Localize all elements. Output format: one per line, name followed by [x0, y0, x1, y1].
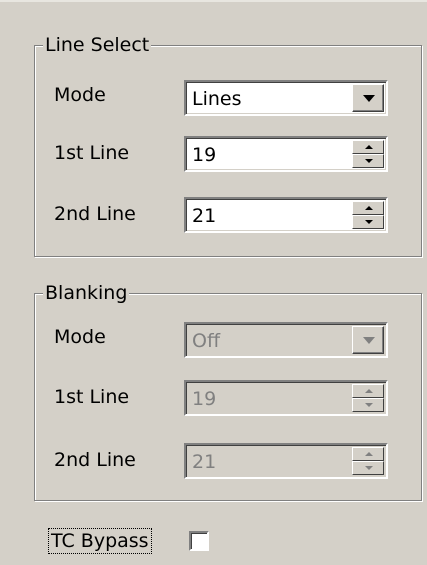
- line-select-mode-value: Lines: [192, 88, 242, 110]
- spin-up-icon[interactable]: [352, 447, 384, 461]
- tc-bypass-label[interactable]: TC Bypass: [48, 528, 152, 554]
- spin-up-icon[interactable]: [352, 384, 384, 398]
- line-select-second-line-label: 2nd Line: [54, 203, 136, 225]
- blanking-title: Blanking: [43, 281, 130, 305]
- blanking-second-line-spinner[interactable]: 21: [184, 443, 388, 479]
- blanking-mode-dropdown[interactable]: Off: [184, 322, 388, 358]
- top-divider: [0, 0, 427, 2]
- line-select-first-line-spinner[interactable]: 19: [184, 136, 388, 172]
- blanking-second-line-value: 21: [192, 451, 217, 473]
- spin-down-icon[interactable]: [352, 398, 384, 412]
- spinner-buttons[interactable]: [352, 140, 384, 168]
- line-select-second-line-value: 21: [192, 205, 217, 227]
- spin-down-icon[interactable]: [352, 215, 384, 229]
- line-select-first-line-label: 1st Line: [54, 142, 130, 164]
- tc-bypass-checkbox[interactable]: [189, 531, 209, 551]
- blanking-first-line-label: 1st Line: [54, 386, 130, 408]
- spin-down-icon[interactable]: [352, 461, 384, 475]
- line-select-mode-label: Mode: [54, 84, 106, 106]
- spin-down-icon[interactable]: [352, 154, 384, 168]
- blanking-first-line-spinner[interactable]: 19: [184, 380, 388, 416]
- line-select-first-line-value: 19: [192, 144, 217, 166]
- spinner-buttons[interactable]: [352, 384, 384, 412]
- blanking-mode-label: Mode: [54, 326, 106, 348]
- line-select-title: Line Select: [43, 33, 152, 57]
- spin-up-icon[interactable]: [352, 140, 384, 154]
- dropdown-arrow-icon[interactable]: [352, 84, 384, 112]
- spinner-buttons[interactable]: [352, 447, 384, 475]
- line-select-second-line-spinner[interactable]: 21: [184, 197, 388, 233]
- spinner-buttons[interactable]: [352, 201, 384, 229]
- dropdown-arrow-icon[interactable]: [352, 326, 384, 354]
- blanking-first-line-value: 19: [192, 388, 217, 410]
- spin-up-icon[interactable]: [352, 201, 384, 215]
- blanking-mode-value: Off: [192, 330, 221, 352]
- line-select-mode-dropdown[interactable]: Lines: [184, 80, 388, 116]
- blanking-second-line-label: 2nd Line: [54, 449, 136, 471]
